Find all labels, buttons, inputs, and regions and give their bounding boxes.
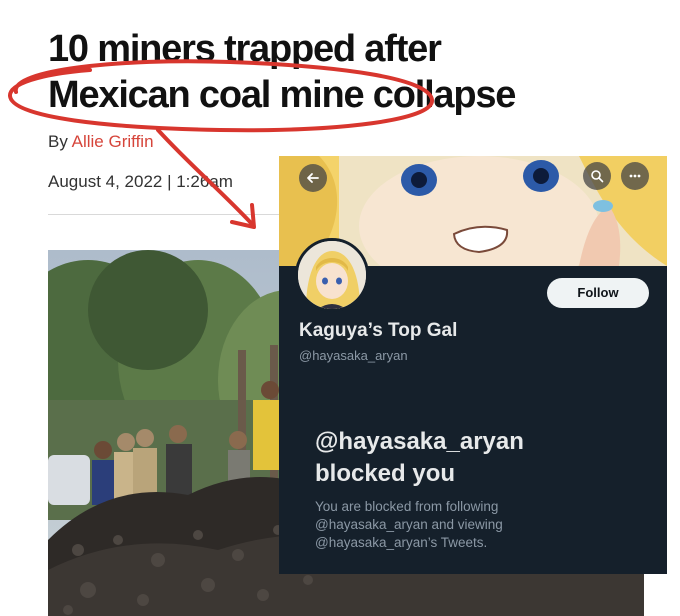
back-button[interactable] bbox=[299, 164, 327, 192]
article-headline: 10 miners trapped after Mexican coal min… bbox=[48, 26, 648, 118]
author-link[interactable]: Allie Griffin bbox=[72, 132, 154, 151]
profile-avatar[interactable] bbox=[295, 238, 369, 312]
headline-line-1: 10 miners trapped after bbox=[48, 28, 442, 70]
blocked-desc-line-1: You are blocked from following bbox=[315, 499, 499, 514]
blocked-title-text: blocked you bbox=[315, 460, 456, 487]
display-name: Kaguya’s Top Gal bbox=[299, 320, 458, 341]
blocked-desc-line-2: @hayasaka_aryan and viewing bbox=[315, 517, 503, 532]
headline-line-2: Mexican coal mine collapse bbox=[48, 74, 516, 116]
back-arrow-icon bbox=[307, 173, 319, 183]
divider bbox=[48, 214, 288, 215]
blocked-title: @hayasaka_aryan blocked you bbox=[315, 426, 655, 490]
follow-button[interactable]: Follow bbox=[547, 278, 649, 308]
blocked-description: You are blocked from following @hayasaka… bbox=[315, 498, 645, 552]
byline-prefix: By bbox=[48, 132, 68, 151]
profile-handle: @hayasaka_aryan bbox=[299, 348, 408, 363]
more-button[interactable] bbox=[621, 162, 649, 190]
search-icon bbox=[591, 170, 604, 183]
blocked-title-handle: @hayasaka_aryan bbox=[315, 428, 524, 455]
twitter-profile-screenshot: Follow Kaguya’s Top Gal @hayasaka_aryan … bbox=[279, 156, 667, 574]
more-icon bbox=[629, 174, 641, 178]
byline: By Allie Griffin bbox=[48, 132, 154, 152]
search-button[interactable] bbox=[583, 162, 611, 190]
publish-date: August 4, 2022 | 1:26am bbox=[48, 172, 233, 191]
blocked-desc-line-3: @hayasaka_aryan’s Tweets. bbox=[315, 535, 488, 550]
